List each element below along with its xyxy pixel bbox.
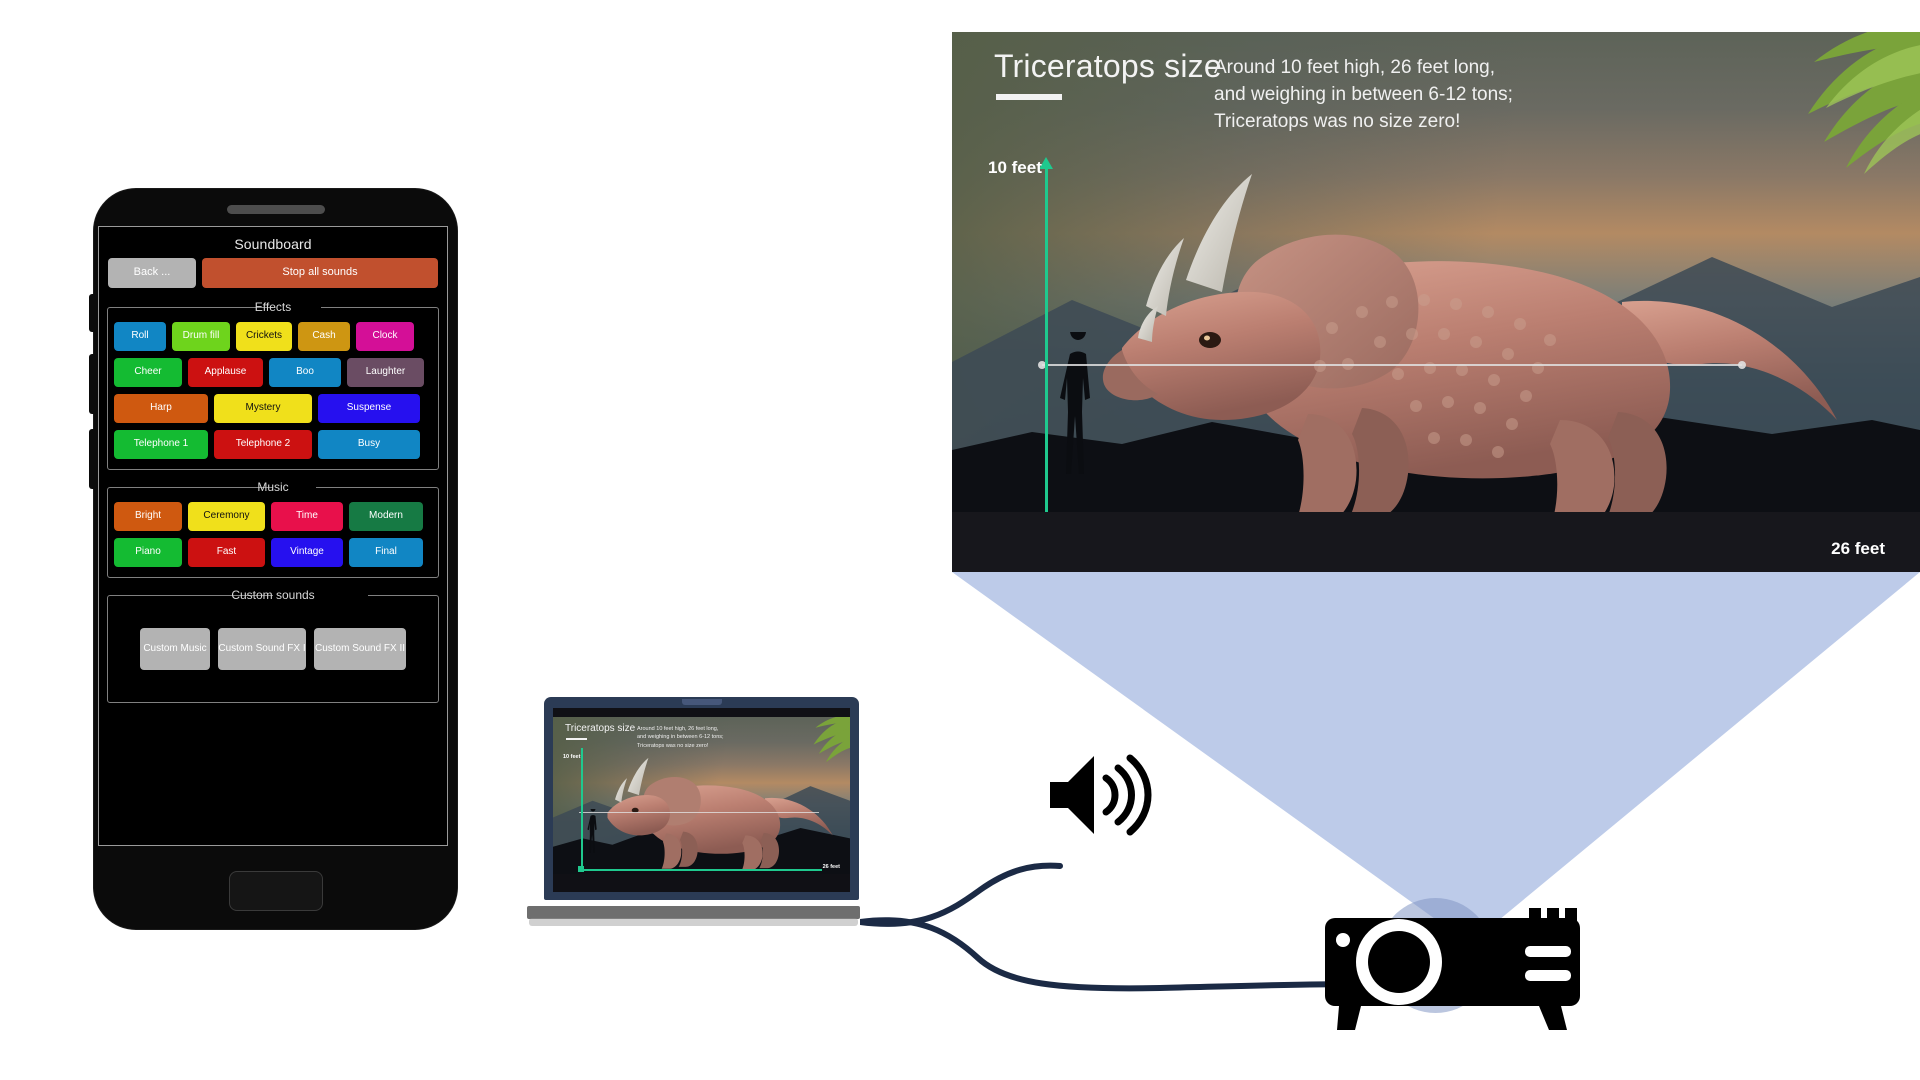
custom-sounds-section: Custom sounds Custom Music Custom Sound F…	[107, 588, 439, 703]
mini-length-measure-line	[579, 812, 819, 813]
phone-side-button[interactable]	[89, 294, 95, 332]
scene-canvas: Triceratops size Around 10 feet high, 26…	[0, 0, 1920, 1080]
mini-length-measure-arrow	[581, 869, 822, 871]
phone-home-button[interactable]	[228, 871, 323, 911]
sound-pad-roll[interactable]: Roll	[114, 322, 166, 351]
sound-pad-mystery[interactable]: Mystery	[214, 394, 312, 423]
sound-pad-bright[interactable]: Bright	[114, 502, 182, 531]
phone-volume-down-button[interactable]	[89, 429, 95, 489]
sound-pad-telephone-2[interactable]: Telephone 2	[214, 430, 312, 459]
sound-pad-final[interactable]: Final	[349, 538, 423, 567]
sound-pad-applause[interactable]: Applause	[188, 358, 263, 387]
slide-background: Triceratops size Around 10 feet high, 26…	[952, 32, 1920, 564]
phone-device: Soundboard Back ... Stop all sounds Effe…	[89, 189, 457, 929]
slide-title-rule	[996, 94, 1062, 100]
phone-volume-up-button[interactable]	[89, 354, 95, 414]
sound-pad-telephone-1[interactable]: Telephone 1	[114, 430, 208, 459]
soundboard-toolbar: Back ... Stop all sounds	[99, 258, 447, 296]
sound-button-row: Roll Drum fill Crickets Cash Clock	[114, 322, 432, 351]
custom-sounds-legend: Custom sounds	[231, 588, 315, 602]
triceratops-illustration	[1102, 174, 1837, 532]
slide-footer-bar: 26 feet	[952, 512, 1920, 572]
custom-sound-pad-2[interactable]: Custom Sound FX I	[218, 628, 306, 670]
custom-sound-pad-3[interactable]: Custom Sound FX II	[314, 628, 406, 670]
sound-button-row: Piano Fast Vintage Final	[114, 538, 432, 567]
sound-pad-boo[interactable]: Boo	[269, 358, 341, 387]
sound-pad-crickets[interactable]: Crickets	[236, 322, 292, 351]
sound-button-row: Telephone 1 Telephone 2 Busy	[114, 430, 432, 459]
sound-button-row: Bright Ceremony Time Modern	[114, 502, 432, 531]
height-measure-arrow	[1039, 157, 1053, 564]
mini-slide-subtitle: Around 10 feet high, 26 feet long, and w…	[637, 726, 724, 749]
sound-pad-drum-fill[interactable]: Drum fill	[172, 322, 230, 351]
speaker-icon	[1050, 754, 1152, 836]
video-cable	[860, 917, 1360, 992]
sound-pad-clock[interactable]: Clock	[356, 322, 414, 351]
mini-length-label: 26 feet	[822, 864, 840, 870]
slide-subtitle: Around 10 feet high, 26 feet long, and w…	[1214, 57, 1513, 133]
soundboard-section-music: Music Bright Ceremony Time Modern Piano Fast Vi…	[107, 480, 439, 578]
laptop-lid: Triceratops size Around 10 feet high, 26…	[544, 697, 859, 900]
back-button[interactable]: Back ...	[108, 258, 196, 288]
mini-height-label: 10 feet	[563, 754, 581, 760]
sound-pad-suspense[interactable]: Suspense	[318, 394, 420, 423]
custom-sound-pad-1[interactable]: Custom Music	[140, 628, 210, 670]
section-legend: Effects	[254, 300, 292, 314]
phone-earpiece	[226, 205, 325, 214]
mini-height-measure-arrow	[581, 748, 583, 871]
laptop-shadow	[529, 918, 858, 926]
app-title: Soundboard	[234, 236, 312, 252]
sound-pad-laughter[interactable]: Laughter	[347, 358, 424, 387]
projected-slide: Triceratops size Around 10 feet high, 26…	[952, 32, 1920, 572]
laptop-webcam-notch	[681, 699, 722, 705]
sound-pad-ceremony[interactable]: Ceremony	[188, 502, 265, 531]
mini-slide-title-rule	[566, 738, 587, 740]
custom-sounds-row: Custom Music Custom Sound FX I Custom Soun…	[114, 610, 432, 692]
height-label: 10 feet	[988, 158, 1042, 177]
sound-pad-fast[interactable]: Fast	[188, 538, 265, 567]
laptop-screen: Triceratops size Around 10 feet high, 26…	[553, 708, 850, 892]
section-legend: Music	[257, 480, 289, 494]
soundboard-sections: Effects Roll Drum fill Crickets Cash Clock Che…	[99, 300, 447, 578]
laptop-device: Triceratops size Around 10 feet high, 26…	[527, 697, 860, 927]
phone-screen: Soundboard Back ... Stop all sounds Effe…	[98, 226, 448, 846]
sound-pad-cash[interactable]: Cash	[298, 322, 350, 351]
sound-pad-busy[interactable]: Busy	[318, 430, 420, 459]
sound-button-row: Harp Mystery Suspense	[114, 394, 432, 423]
slide-title: Triceratops size	[994, 48, 1222, 84]
sound-pad-piano[interactable]: Piano	[114, 538, 182, 567]
soundboard-section-effects: Effects Roll Drum fill Crickets Cash Clock Che…	[107, 300, 439, 470]
mini-slide-title: Triceratops size	[565, 723, 636, 734]
sound-pad-vintage[interactable]: Vintage	[271, 538, 343, 567]
stop-all-sounds-button[interactable]: Stop all sounds	[202, 258, 438, 288]
projector-icon	[1325, 908, 1580, 1030]
sound-pad-time[interactable]: Time	[271, 502, 343, 531]
length-label: 26 feet	[1831, 539, 1885, 558]
laptop-slide-preview: Triceratops size Around 10 feet high, 26…	[553, 717, 850, 874]
sound-button-row: Cheer Applause Boo Laughter	[114, 358, 432, 387]
sound-pad-modern[interactable]: Modern	[349, 502, 423, 531]
sound-pad-cheer[interactable]: Cheer	[114, 358, 182, 387]
sound-pad-harp[interactable]: Harp	[114, 394, 208, 423]
length-measure-line	[1038, 361, 1746, 369]
